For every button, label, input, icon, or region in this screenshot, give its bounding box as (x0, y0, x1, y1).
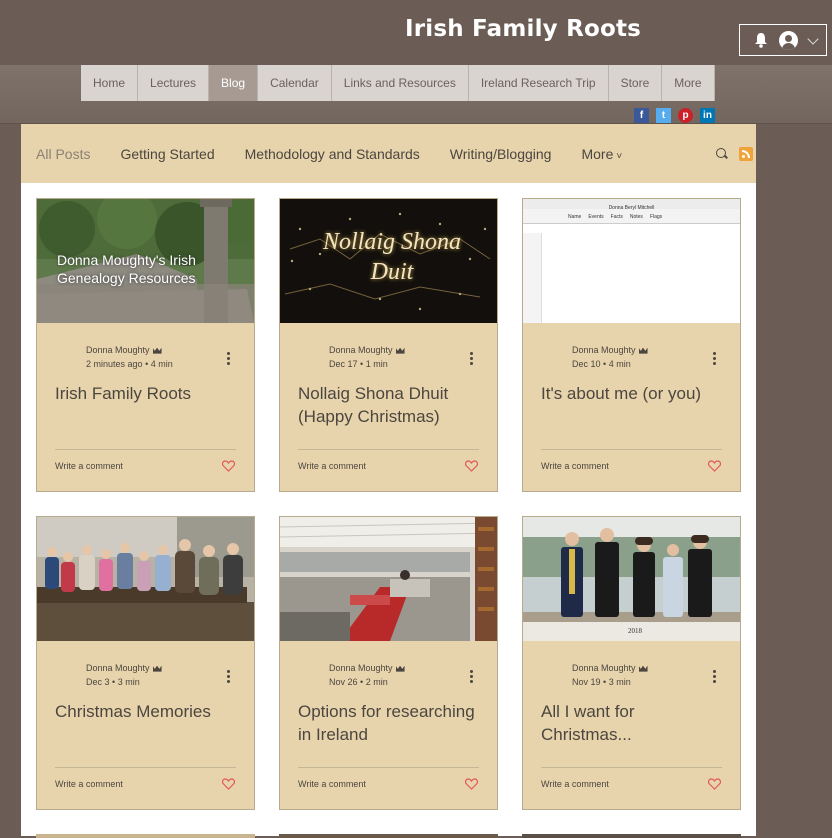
author-name[interactable]: Donna Moughty (572, 663, 636, 673)
post-card-peek (36, 834, 255, 838)
main-nav: Home Lectures Blog Calendar Links and Re… (81, 65, 715, 101)
write-comment-link[interactable]: Write a comment (541, 461, 609, 471)
crown-icon (638, 347, 648, 354)
avatar-icon[interactable] (779, 31, 798, 50)
author-name[interactable]: Donna Moughty (329, 345, 393, 355)
post-card-peek (279, 834, 498, 838)
crown-icon (152, 665, 162, 672)
linkedin-icon[interactable]: in (700, 108, 715, 123)
write-comment-link[interactable]: Write a comment (541, 779, 609, 789)
post-title[interactable]: All I want for Christmas... (541, 700, 726, 746)
nav-item-ireland-research-trip[interactable]: Ireland Research Trip (468, 65, 609, 101)
facebook-icon[interactable]: f (634, 108, 649, 123)
post-meta: Dec 3 • 3 min (86, 677, 140, 687)
write-comment-link[interactable]: Write a comment (298, 779, 366, 789)
post-meta: Dec 17 • 1 min (329, 359, 388, 369)
author-name[interactable]: Donna Moughty (86, 663, 150, 673)
heart-icon[interactable] (222, 460, 235, 472)
blog-panel: All Posts Getting Started Methodology an… (21, 124, 756, 838)
category-all-posts[interactable]: All Posts (36, 146, 90, 162)
chevron-down-icon[interactable] (807, 33, 819, 45)
divider (298, 449, 479, 450)
heart-icon[interactable] (465, 778, 478, 790)
more-actions-icon[interactable] (713, 352, 716, 365)
account-menu[interactable] (739, 24, 827, 56)
post-card[interactable]: Donna Moughty Nov 26 • 2 min Options for… (279, 516, 498, 810)
crown-icon (152, 347, 162, 354)
more-actions-icon[interactable] (713, 670, 716, 683)
crown-icon (395, 665, 405, 672)
nav-item-blog[interactable]: Blog (209, 65, 259, 101)
more-actions-icon[interactable] (227, 670, 230, 683)
thumbnail-caption: Donna Beryl Mitchell (608, 205, 655, 211)
crown-icon (395, 347, 405, 354)
category-methodology[interactable]: Methodology and Standards (245, 146, 420, 162)
nav-item-links-and-resources[interactable]: Links and Resources (331, 65, 469, 101)
write-comment-link[interactable]: Write a comment (55, 461, 123, 471)
social-bar: f t p in (634, 108, 715, 123)
post-title[interactable]: It's about me (or you) (541, 382, 726, 405)
notification-bell-icon[interactable] (754, 32, 768, 48)
more-actions-icon[interactable] (470, 670, 473, 683)
post-card[interactable]: Donna Moughty Dec 3 • 3 min Christmas Me… (36, 516, 255, 810)
heart-icon[interactable] (465, 460, 478, 472)
heart-icon[interactable] (222, 778, 235, 790)
rss-icon[interactable] (739, 147, 753, 161)
thumbnail-caption: Donna Moughty's Irish Genealogy Resource… (57, 252, 196, 286)
post-card[interactable]: Donna Moughty's Irish Genealogy Resource… (36, 198, 255, 492)
crown-icon (638, 665, 648, 672)
nav-band: Home Lectures Blog Calendar Links and Re… (0, 65, 832, 124)
divider (541, 767, 722, 768)
post-card-peek (522, 834, 741, 838)
write-comment-link[interactable]: Write a comment (298, 461, 366, 471)
post-thumbnail[interactable] (37, 517, 254, 641)
site-header: Irish Family Roots (0, 0, 832, 65)
author-name[interactable]: Donna Moughty (329, 663, 393, 673)
site-title[interactable]: Irish Family Roots (405, 16, 641, 42)
nav-item-lectures[interactable]: Lectures (138, 65, 210, 101)
category-more[interactable]: More ˅ (581, 146, 622, 162)
post-thumbnail[interactable]: Donna Beryl Mitchell Name Events Facts N… (523, 199, 740, 323)
post-card[interactable]: 2018 Donna Moughty Nov 19 • 3 min All I … (522, 516, 741, 810)
divider (55, 767, 236, 768)
post-card[interactable]: Nollaig Shona Duit Donna Moughty Dec 17 … (279, 198, 498, 492)
post-title[interactable]: Nollaig Shona Dhuit (Happy Christmas) (298, 382, 483, 428)
post-meta: Nov 19 • 3 min (572, 677, 631, 687)
author-name[interactable]: Donna Moughty (572, 345, 636, 355)
pinterest-icon[interactable]: p (678, 108, 693, 123)
divider (298, 767, 479, 768)
post-thumbnail[interactable]: Donna Moughty's Irish Genealogy Resource… (37, 199, 254, 323)
post-thumbnail[interactable]: 2018 (523, 517, 740, 641)
divider (541, 449, 722, 450)
nav-item-calendar[interactable]: Calendar (258, 65, 332, 101)
nav-item-more[interactable]: More (662, 65, 715, 101)
more-actions-icon[interactable] (227, 352, 230, 365)
heart-icon[interactable] (708, 778, 721, 790)
search-icon[interactable] (716, 148, 726, 158)
write-comment-link[interactable]: Write a comment (55, 779, 123, 789)
post-title[interactable]: Christmas Memories (55, 700, 240, 723)
category-bar: All Posts Getting Started Methodology an… (21, 124, 756, 183)
post-card[interactable]: Donna Beryl Mitchell Name Events Facts N… (522, 198, 741, 492)
post-title[interactable]: Irish Family Roots (55, 382, 240, 405)
post-thumbnail[interactable] (280, 517, 497, 641)
category-writing-blogging[interactable]: Writing/Blogging (450, 146, 552, 162)
post-meta: Nov 26 • 2 min (329, 677, 388, 687)
twitter-icon[interactable]: t (656, 108, 671, 123)
nav-item-home[interactable]: Home (81, 65, 139, 101)
more-actions-icon[interactable] (470, 352, 473, 365)
nav-item-store[interactable]: Store (608, 65, 663, 101)
heart-icon[interactable] (708, 460, 721, 472)
divider (55, 449, 236, 450)
thumbnail-caption: Nollaig Shona Duit (322, 229, 461, 285)
author-name[interactable]: Donna Moughty (86, 345, 150, 355)
post-meta: 2 minutes ago • 4 min (86, 359, 173, 369)
category-getting-started[interactable]: Getting Started (120, 146, 214, 162)
post-meta: Dec 10 • 4 min (572, 359, 631, 369)
post-title[interactable]: Options for researching in Ireland (298, 700, 483, 746)
post-thumbnail[interactable]: Nollaig Shona Duit (280, 199, 497, 323)
chevron-down-icon: ˅ (616, 150, 623, 162)
